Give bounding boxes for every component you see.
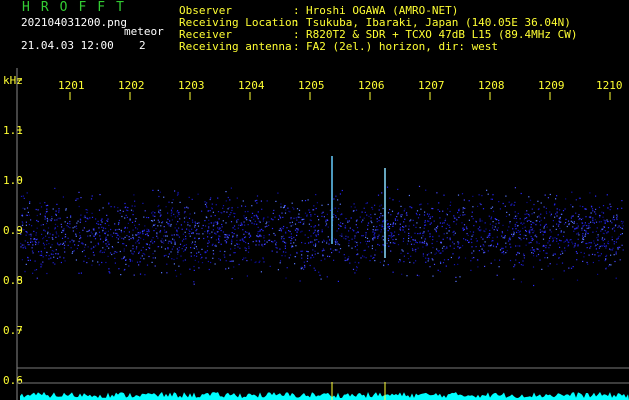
- date-time: 21.04.03 12:00: [21, 39, 114, 52]
- meta-antenna: Receiving antenna: FA2 (2el.) horizon, di…: [179, 40, 499, 53]
- noise-band: [20, 185, 624, 287]
- file-name: 202104031200.png: [21, 16, 127, 29]
- spectrogram-plot: [16, 68, 629, 400]
- x-axis-ticks: [69, 92, 611, 100]
- power-trace: [20, 392, 629, 400]
- app-title: HROFFT: [22, 0, 135, 15]
- y-axis-ticks: [17, 79, 22, 381]
- meteor-label: meteor: [124, 25, 164, 38]
- meteor-count: 2: [139, 39, 146, 52]
